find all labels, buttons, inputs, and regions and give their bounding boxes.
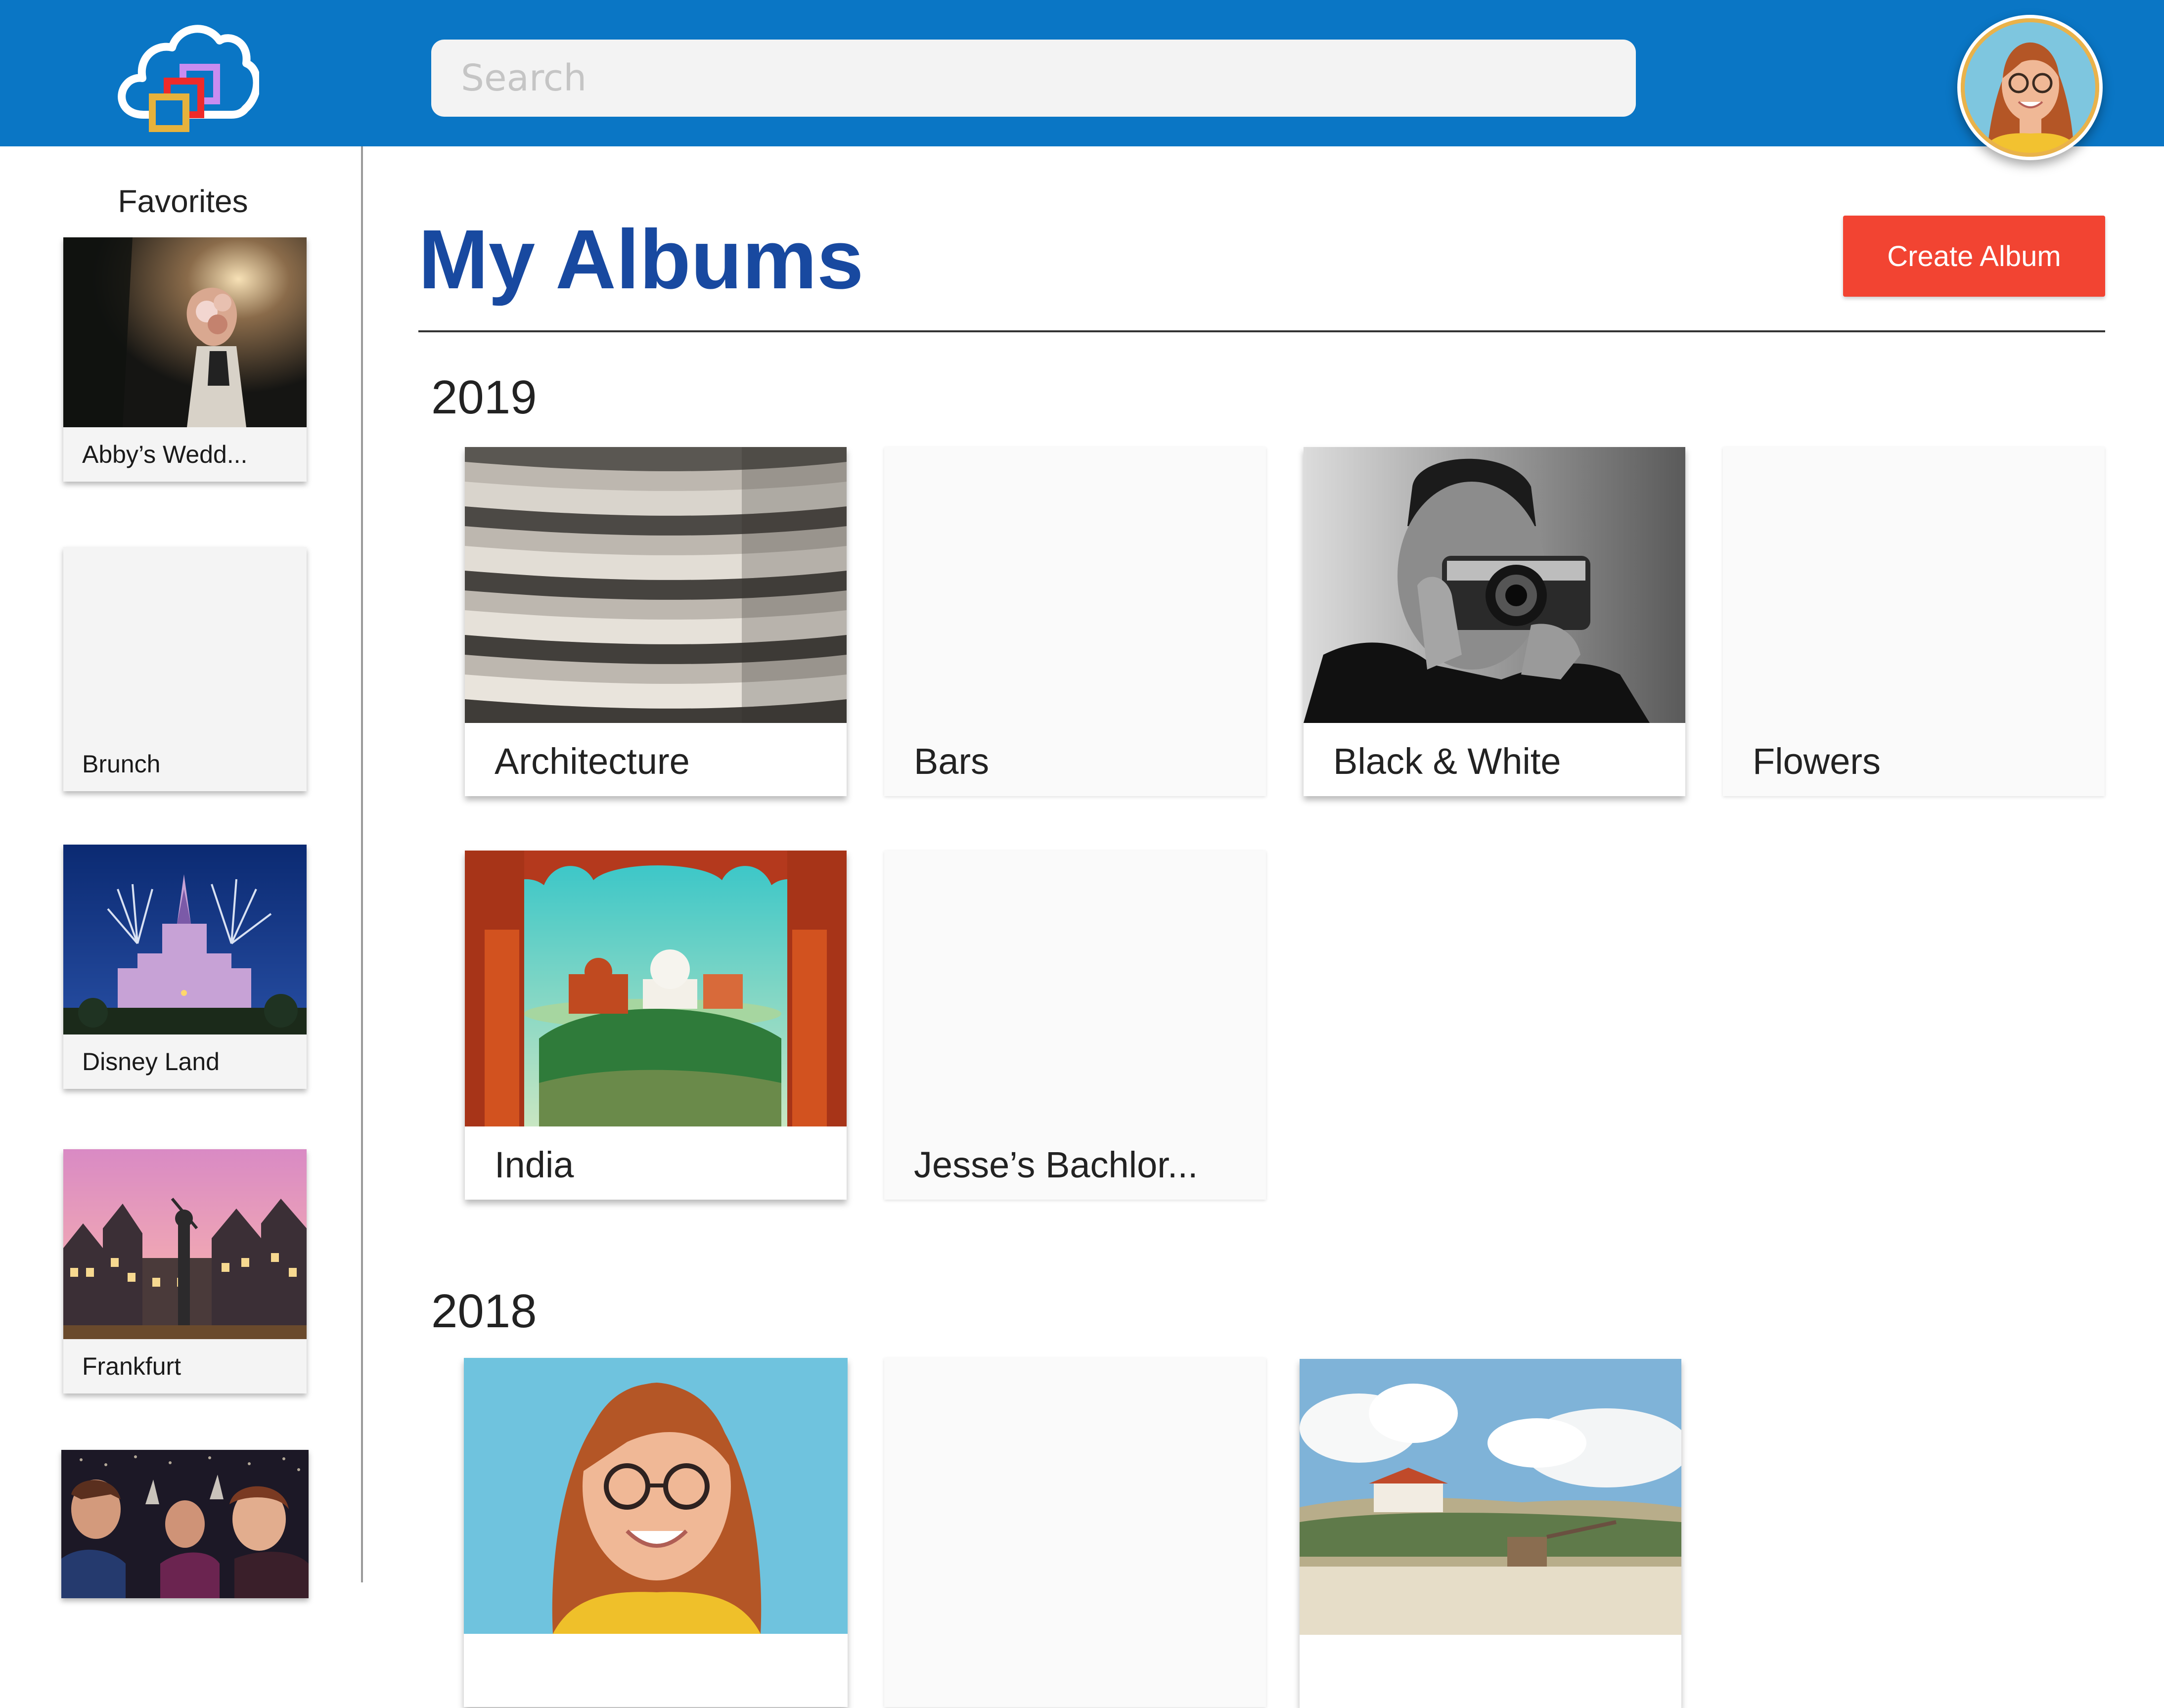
album-card-india[interactable]: India xyxy=(465,851,847,1200)
album-card-architecture[interactable]: Architecture xyxy=(465,447,847,796)
user-avatar-icon[interactable] xyxy=(1957,15,2103,160)
album-label: Black & White xyxy=(1333,741,1561,782)
favorite-label: Brunch xyxy=(82,750,161,778)
album-cover xyxy=(465,851,847,1126)
title-divider xyxy=(418,330,2105,332)
favorite-label: Frankfurt xyxy=(82,1352,181,1380)
year-heading-2019: 2019 xyxy=(431,371,537,424)
search-input[interactable] xyxy=(460,56,1636,100)
favorite-thumbnail xyxy=(63,845,307,1034)
album-card-flowers[interactable]: Flowers xyxy=(1723,447,2105,796)
album-cover xyxy=(465,447,847,723)
album-card-empty[interactable] xyxy=(884,1358,1266,1707)
favorite-thumbnail xyxy=(63,1149,307,1339)
album-cover xyxy=(1300,1359,1681,1635)
album-card-beach[interactable] xyxy=(1300,1359,1681,1708)
album-label: India xyxy=(495,1144,574,1185)
album-cover xyxy=(464,1358,848,1634)
favorites-heading: Favorites xyxy=(118,183,248,219)
favorite-item-brunch[interactable]: Brunch xyxy=(63,547,307,791)
create-album-button[interactable]: Create Album xyxy=(1843,216,2105,297)
page-title: My Albums xyxy=(418,213,864,307)
album-card-bars[interactable]: Bars xyxy=(884,447,1266,796)
favorite-item-abbys-wedding[interactable]: Abby’s Wedd... xyxy=(63,237,307,482)
album-label: Architecture xyxy=(495,741,690,782)
search-bar[interactable] xyxy=(431,40,1636,117)
favorite-item-disney-land[interactable]: Disney Land xyxy=(63,845,307,1089)
favorite-item-frankfurt[interactable]: Frankfurt xyxy=(63,1149,307,1393)
album-label: Bars xyxy=(914,741,990,782)
album-card-black-white[interactable]: Black & White xyxy=(1304,447,1685,796)
cloud-photos-logo-icon[interactable] xyxy=(113,12,261,135)
album-card-portrait[interactable] xyxy=(464,1358,848,1707)
album-card-jesses-bachelor[interactable]: Jesse’s Bachlor... xyxy=(884,851,1266,1200)
album-label: Jesse’s Bachlor... xyxy=(914,1144,1198,1185)
favorite-item-party[interactable] xyxy=(61,1450,309,1598)
year-heading-2018: 2018 xyxy=(431,1285,537,1338)
favorite-label: Abby’s Wedd... xyxy=(82,441,248,468)
favorite-label: Disney Land xyxy=(82,1048,220,1076)
album-cover xyxy=(1304,447,1685,723)
album-label: Flowers xyxy=(1753,741,1881,782)
top-bar xyxy=(0,0,2164,146)
favorite-thumbnail xyxy=(61,1450,309,1598)
favorite-thumbnail xyxy=(63,237,307,427)
